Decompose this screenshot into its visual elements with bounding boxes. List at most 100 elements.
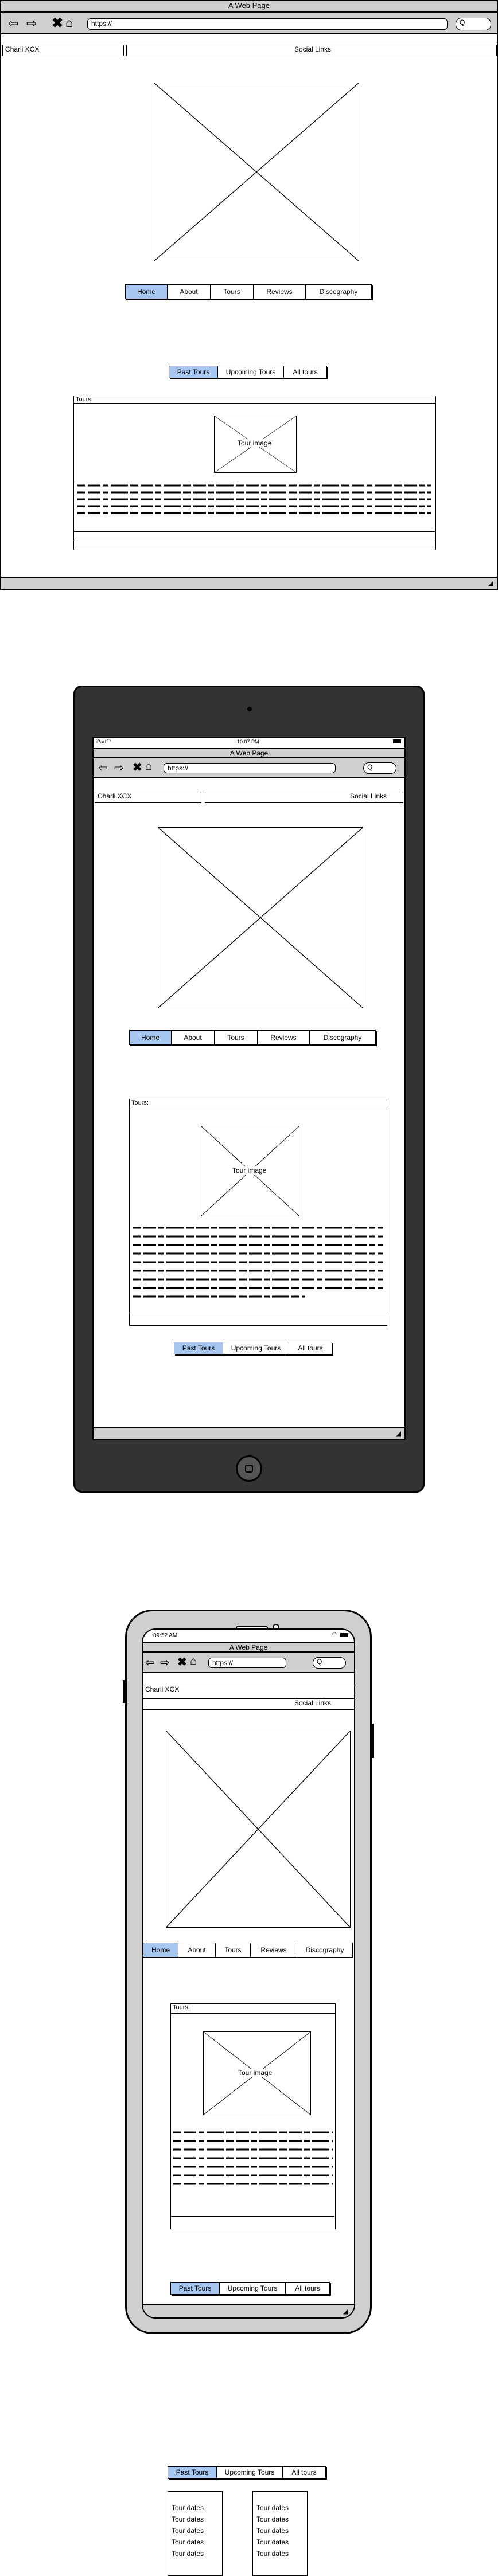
tab-upcoming-tours[interactable]: Upcoming Tours [218, 366, 284, 378]
tab-past-tours[interactable]: Past Tours [168, 2467, 217, 2478]
nav-reviews[interactable]: Reviews [254, 285, 306, 299]
list-item[interactable]: Tour dates [256, 2548, 307, 2559]
home-button-icon[interactable] [236, 1455, 262, 1482]
forward-arrow-icon[interactable]: ⇨ [114, 761, 124, 775]
tours-panel-title: Tours: [130, 1099, 387, 1109]
home-icon[interactable]: ⌂ [145, 760, 152, 773]
list-item[interactable]: Tour dates [172, 2514, 222, 2525]
list-item[interactable]: Tour dates [256, 2514, 307, 2525]
desktop-browser-window: A Web Page ⇦ ⇨ ✖ ⌂ https:// Q Charli XCX… [0, 0, 498, 590]
browser-toolbar: ⇦ ⇨ ✖ ⌂ https:// Q [143, 1653, 354, 1673]
window-statusbar: ◢ [143, 2304, 354, 2317]
social-links-box[interactable]: Social Links [143, 1698, 354, 1710]
battery-icon [393, 739, 401, 743]
tab-past-tours[interactable]: Past Tours [169, 366, 218, 378]
window-title: A Web Page [229, 1643, 268, 1651]
tab-upcoming-tours[interactable]: Upcoming Tours [220, 2283, 286, 2294]
placeholder-text-lines [133, 1227, 383, 1298]
tours-panel: Tours: Tour image [170, 2003, 336, 2229]
list-item[interactable]: Tour dates [172, 2525, 222, 2536]
back-arrow-icon[interactable]: ⇦ [145, 1655, 155, 1670]
list-item[interactable]: Tour dates [172, 2536, 222, 2548]
tab-all-tours[interactable]: All tours [284, 366, 326, 378]
back-arrow-icon[interactable]: ⇦ [8, 16, 18, 31]
forward-arrow-icon[interactable]: ⇨ [26, 16, 37, 31]
window-statusbar: ◢ [1, 577, 497, 589]
list-item[interactable]: Tour dates [256, 2525, 307, 2536]
hero-image-placeholder [158, 827, 363, 1008]
tour-image-placeholder: Tour image [201, 1126, 299, 1216]
tour-tabs: Past Tours Upcoming Tours All tours [168, 2466, 326, 2479]
nav-reviews[interactable]: Reviews [258, 1031, 310, 1044]
tour-image-placeholder: Tour image [203, 2031, 311, 2115]
resize-grip-icon[interactable]: ◢ [396, 1430, 401, 1438]
tour-dates-list-left: Tour dates Tour dates Tour dates Tour da… [168, 2491, 223, 2576]
tab-all-tours[interactable]: All tours [289, 1342, 332, 1354]
nav-tours[interactable]: Tours [216, 1943, 251, 1957]
phone-screen: 09:52 AM ◠ A Web Page ⇦ ⇨ ✖ ⌂ https:// Q… [142, 1628, 355, 2319]
tab-past-tours[interactable]: Past Tours [174, 1342, 223, 1354]
search-input[interactable]: Q [313, 1657, 346, 1669]
url-input[interactable]: https:// [87, 18, 448, 30]
tab-upcoming-tours[interactable]: Upcoming Tours [217, 2467, 283, 2478]
tab-past-tours[interactable]: Past Tours [171, 2283, 220, 2294]
nav-discography[interactable]: Discography [297, 1943, 352, 1957]
search-input[interactable]: Q [363, 762, 396, 774]
browser-toolbar: ⇦ ⇨ ✖ ⌂ https:// Q [94, 758, 404, 778]
window-titlebar: A Web Page [94, 748, 404, 758]
tab-all-tours[interactable]: All tours [283, 2467, 325, 2478]
tours-panel: Tours: Tour image [129, 1099, 387, 1326]
clock-label: 09:52 AM [153, 1632, 178, 1639]
camera-icon [247, 707, 252, 711]
back-arrow-icon[interactable]: ⇦ [98, 761, 108, 775]
list-item[interactable]: Tour dates [172, 2502, 222, 2514]
nav-about[interactable]: About [172, 1031, 215, 1044]
search-icon: Q [367, 763, 373, 771]
nav-tours[interactable]: Tours [211, 285, 254, 299]
window-title: A Web Page [229, 749, 269, 757]
tablet-screen: iPad ◠ 10:07 PM A Web Page ⇦ ⇨ ✖ ⌂ https… [92, 737, 406, 1440]
search-icon: Q [460, 18, 465, 26]
tour-dates-list-right: Tour dates Tour dates Tour dates Tour da… [252, 2491, 308, 2576]
list-item[interactable]: Tour dates [256, 2502, 307, 2514]
list-item[interactable]: Tour dates [172, 2548, 222, 2559]
close-x-icon[interactable]: ✖ [52, 15, 63, 32]
home-icon[interactable]: ⌂ [65, 15, 73, 30]
phone-status-bar: 09:52 AM ◠ [143, 1630, 354, 1641]
tour-image-label: Tour image [236, 439, 273, 447]
nav-about[interactable]: About [178, 1943, 216, 1957]
forward-arrow-icon[interactable]: ⇨ [160, 1655, 170, 1670]
nav-home[interactable]: Home [143, 1943, 178, 1957]
close-x-icon[interactable]: ✖ [133, 760, 142, 774]
close-x-icon[interactable]: ✖ [177, 1655, 187, 1669]
window-titlebar: A Web Page [143, 1642, 354, 1653]
home-icon[interactable]: ⌂ [190, 1655, 197, 1668]
nav-about[interactable]: About [168, 285, 211, 299]
tours-panel-title: Tours [74, 396, 435, 404]
list-item[interactable]: Tour dates [256, 2536, 307, 2548]
nav-home[interactable]: Home [130, 1031, 172, 1044]
window-statusbar: ◢ [94, 1427, 404, 1439]
search-input[interactable]: Q [456, 18, 491, 30]
social-links-box[interactable]: Social Links [126, 45, 497, 56]
social-links-box[interactable]: Social Links [205, 792, 403, 803]
side-button [123, 1680, 126, 1703]
nav-reviews[interactable]: Reviews [251, 1943, 297, 1957]
main-nav: Home About Tours Reviews Discography [125, 284, 372, 299]
url-input[interactable]: https:// [208, 1658, 286, 1668]
nav-home[interactable]: Home [126, 285, 168, 299]
resize-grip-icon[interactable]: ◢ [343, 2307, 348, 2315]
wifi-icon: ◠ [332, 1631, 337, 1638]
resize-grip-icon[interactable]: ◢ [488, 579, 493, 587]
url-input[interactable]: https:// [164, 763, 336, 773]
nav-discography[interactable]: Discography [310, 1031, 375, 1044]
tab-upcoming-tours[interactable]: Upcoming Tours [223, 1342, 289, 1354]
carrier-label: iPad [96, 739, 107, 745]
placeholder-text-lines [77, 484, 431, 514]
nav-tours[interactable]: Tours [215, 1031, 258, 1044]
tab-all-tours[interactable]: All tours [286, 2283, 329, 2294]
nav-discography[interactable]: Discography [306, 285, 371, 299]
side-button [371, 1724, 374, 1758]
clock-label: 10:07 PM [237, 739, 259, 745]
site-name-box: Charli XCX [143, 1685, 354, 1696]
